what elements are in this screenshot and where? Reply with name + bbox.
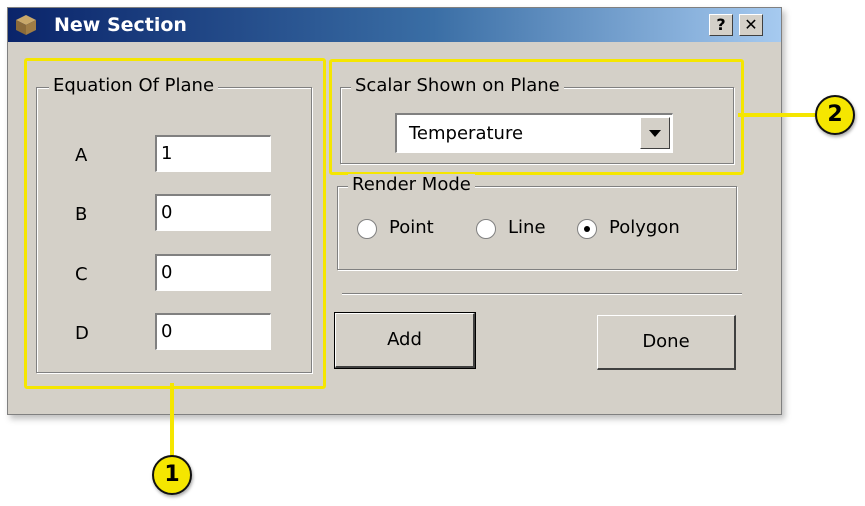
label-c: C <box>75 264 88 285</box>
help-button[interactable]: ? <box>709 14 733 36</box>
radio-selected-dot <box>584 226 590 232</box>
radio-polygon[interactable] <box>577 219 597 239</box>
radio-line-label[interactable]: Line <box>508 217 546 238</box>
field-b[interactable]: 0 <box>155 194 271 231</box>
add-button[interactable]: Add <box>334 312 476 369</box>
cube-app-icon <box>16 15 36 35</box>
chevron-down-icon <box>649 130 661 137</box>
divider <box>342 293 742 295</box>
callout-2: 2 <box>815 95 855 135</box>
radio-point-label[interactable]: Point <box>389 217 434 238</box>
equation-group-title: Equation Of Plane <box>49 75 219 96</box>
field-a[interactable]: 1 <box>155 135 271 172</box>
window-title: New Section <box>54 14 187 36</box>
close-button[interactable]: ✕ <box>739 14 763 36</box>
field-c[interactable]: 0 <box>155 254 271 291</box>
dropdown-arrow-button[interactable] <box>640 117 670 149</box>
done-button[interactable]: Done <box>597 315 736 370</box>
label-a: A <box>75 145 88 166</box>
callout-line-2 <box>738 113 820 117</box>
radio-polygon-label[interactable]: Polygon <box>609 217 680 238</box>
label-b: B <box>75 204 88 225</box>
scalar-select[interactable]: Temperature <box>395 113 673 153</box>
radio-point[interactable] <box>357 219 377 239</box>
title-bar[interactable]: New Section ? ✕ <box>8 8 781 42</box>
render-mode-title: Render Mode <box>348 174 475 195</box>
label-d: D <box>75 323 89 344</box>
scalar-select-value: Temperature <box>409 123 524 144</box>
callout-1: 1 <box>152 455 192 495</box>
field-d[interactable]: 0 <box>155 313 271 350</box>
scalar-group-title: Scalar Shown on Plane <box>351 75 564 96</box>
callout-line-1 <box>170 383 174 461</box>
radio-line[interactable] <box>476 219 496 239</box>
